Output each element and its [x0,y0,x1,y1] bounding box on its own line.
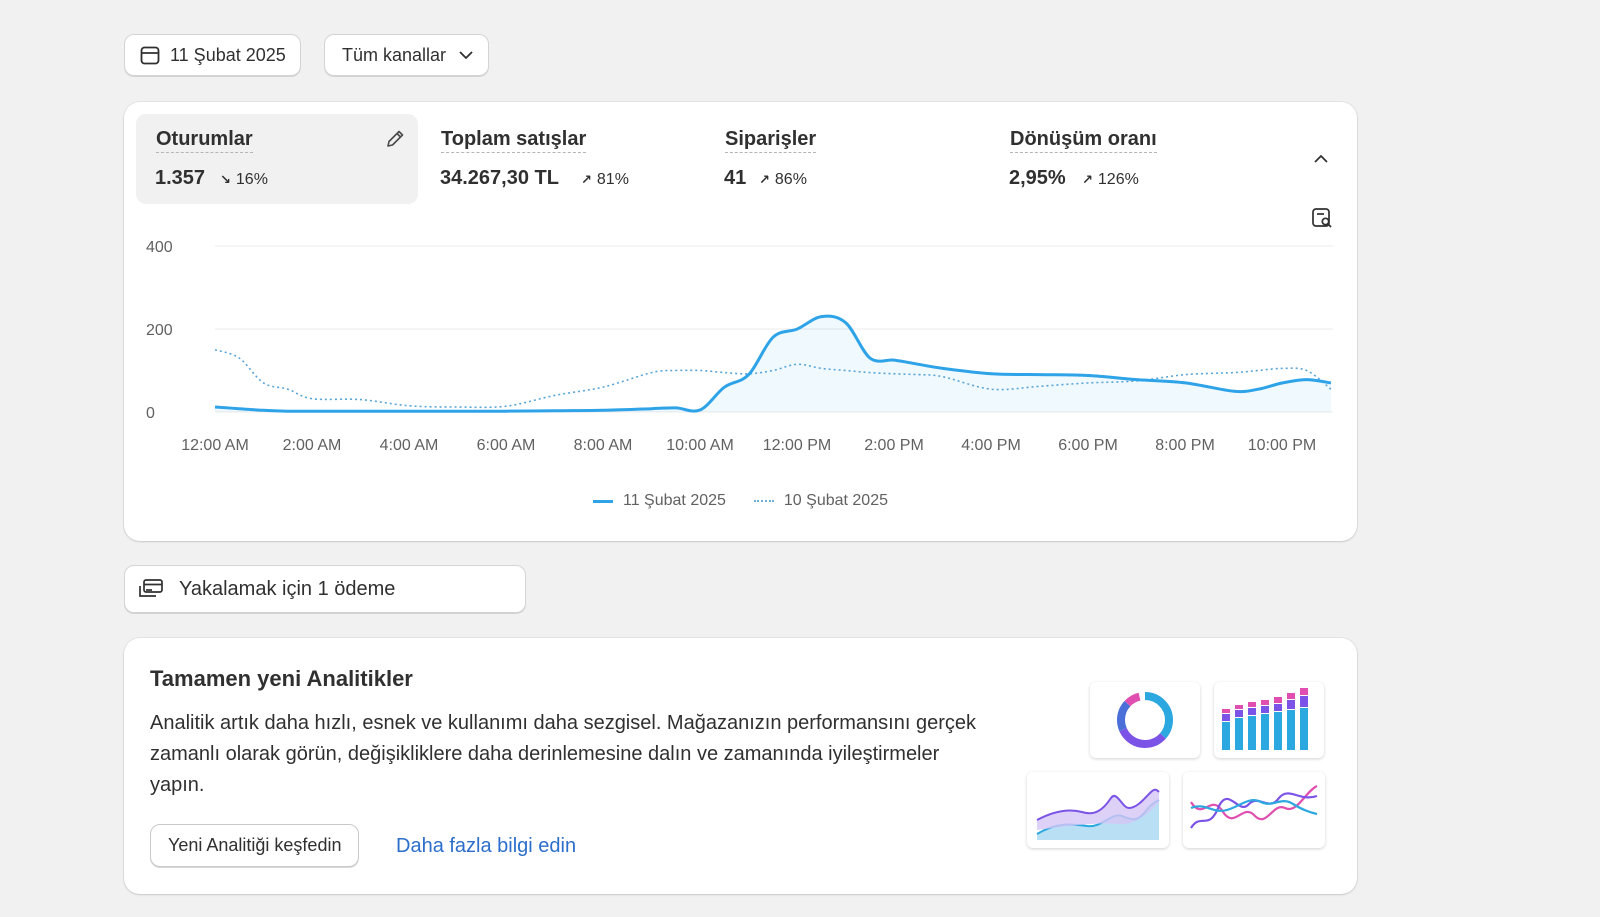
chart-x-tick-label: 10:00 PM [1248,437,1316,454]
chart-x-tick-label: 6:00 PM [1058,437,1118,454]
chart-legend: 11 Şubat 2025 10 Şubat 2025 [124,492,1357,510]
chart-y-tick-label: 0 [146,405,155,422]
chart-x-tick-label: 2:00 AM [283,437,342,454]
donut-chart-illustration [1090,682,1200,758]
chart-y-tick-label: 200 [146,322,173,339]
chart-x-tick-label: 8:00 AM [574,437,633,454]
analytics-overview: 11 Şubat 2025 Tüm kanallar Oturumlar 1.3… [0,0,1600,917]
payments-to-capture-banner[interactable]: Yakalamak için 1 ödeme [124,565,526,613]
chart-x-tick-label: 6:00 AM [477,437,536,454]
date-picker-label: 11 Şubat 2025 [170,44,286,65]
chart-x-tick-label: 12:00 AM [181,437,249,454]
metrics-card: Oturumlar 1.357 ↘ 16% Toplam satışlar 34… [124,102,1357,541]
bar-chart-illustration [1214,682,1324,758]
learn-more-link[interactable]: Daha fazla bilgi edin [396,835,576,858]
promo-description: Analitik artık daha hızlı, esnek ve kull… [150,712,976,796]
legend-item[interactable]: 11 Şubat 2025 [593,492,726,510]
payments-label: Yakalamak için 1 ödeme [179,577,396,600]
sessions-line-chart: 400 200 0 12:00 AM 2:00 AM 4:00 AM 6:00 AM 8:0… [146,239,1333,454]
chart-area-fill [215,316,1331,412]
chart-x-tick-label: 4:00 AM [380,437,439,454]
channel-filter-label: Tüm kanallar [342,44,447,65]
promo-title: Tamamen yeni Analitikler [150,666,413,691]
legend-label: 11 Şubat 2025 [623,492,726,509]
explore-new-analytics-button[interactable]: Yeni Analitiği keşfedin [150,824,360,867]
legend-swatch-solid [593,499,613,503]
legend-label: 10 Şubat 2025 [783,492,888,509]
chart-x-tick-label: 2:00 PM [864,437,924,454]
chart-y-tick-label: 400 [146,239,173,256]
chart-x-tick-label: 12:00 PM [763,437,831,454]
legend-item[interactable]: 10 Şubat 2025 [753,492,888,510]
chart-x-tick-label: 8:00 PM [1155,437,1215,454]
chevron-down-icon [458,47,474,63]
chart-x-tick-label: 10:00 AM [666,437,734,454]
calendar-icon [139,44,161,66]
area-chart-illustration [1027,772,1169,848]
legend-swatch-dotted [753,500,774,502]
new-analytics-promo-card: Tamamen yeni Analitikler Analitik artık … [124,638,1357,894]
date-picker-button[interactable]: 11 Şubat 2025 [124,34,301,76]
card-stack-icon [137,577,165,601]
channel-filter-dropdown[interactable]: Tüm kanallar [324,34,490,76]
chart-x-tick-label: 4:00 PM [961,437,1021,454]
multi-line-chart-illustration [1183,772,1325,848]
